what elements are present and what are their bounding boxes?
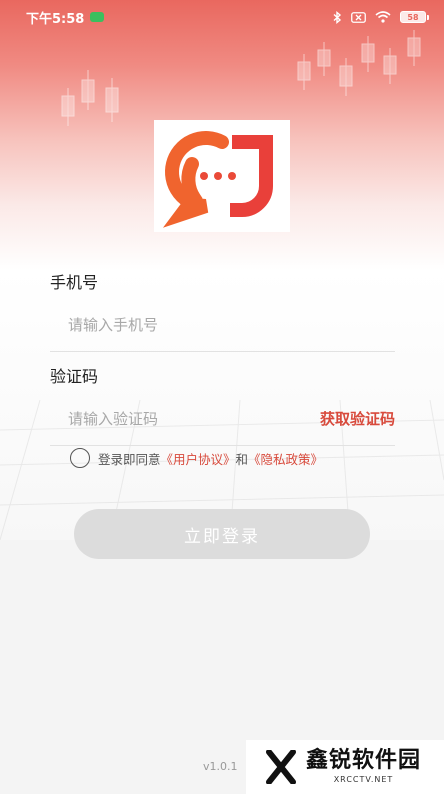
phone-input[interactable] — [68, 315, 395, 334]
app-logo — [154, 120, 290, 232]
login-form: 手机号 验证码 获取验证码 — [50, 268, 395, 446]
phone-field-row — [50, 298, 395, 352]
code-label: 验证码 — [50, 367, 99, 386]
phone-label: 手机号 — [50, 273, 99, 292]
wifi-icon — [375, 11, 391, 23]
status-time: 下午5:58 — [26, 11, 85, 27]
user-agreement-link[interactable]: 《用户协议》 — [161, 452, 236, 467]
battery-icon: 58 — [400, 11, 429, 23]
version-label: v1.0.1 — [203, 760, 238, 773]
agreement-prefix: 登录即同意 — [98, 451, 161, 467]
get-code-button[interactable]: 获取验证码 — [320, 408, 395, 429]
bluetooth-icon — [333, 10, 342, 24]
code-field-row: 获取验证码 — [50, 392, 395, 446]
sim-off-icon — [351, 11, 366, 23]
watermark: 鑫锐软件园 XRCCTV.NET — [246, 740, 444, 794]
agreement-and: 和 — [235, 451, 249, 467]
status-bar: 下午5:58 58 — [0, 0, 444, 34]
privacy-policy-link[interactable]: 《隐私政策》 — [248, 452, 323, 467]
green-pill-icon — [90, 12, 105, 22]
x-logo-icon — [266, 750, 296, 784]
agreement-text: 登录即同意《用户协议》和《隐私政策》 — [98, 449, 323, 468]
chat-bubble-j-logo-icon — [162, 131, 273, 228]
watermark-subtitle: XRCCTV.NET — [333, 775, 394, 784]
watermark-title: 鑫锐软件园 — [306, 748, 422, 773]
code-input[interactable] — [68, 409, 320, 428]
agree-checkbox[interactable] — [70, 448, 90, 468]
login-button[interactable]: 立即登录 — [74, 509, 370, 559]
agreement-row: 登录即同意《用户协议》和《隐私政策》 — [70, 448, 323, 468]
